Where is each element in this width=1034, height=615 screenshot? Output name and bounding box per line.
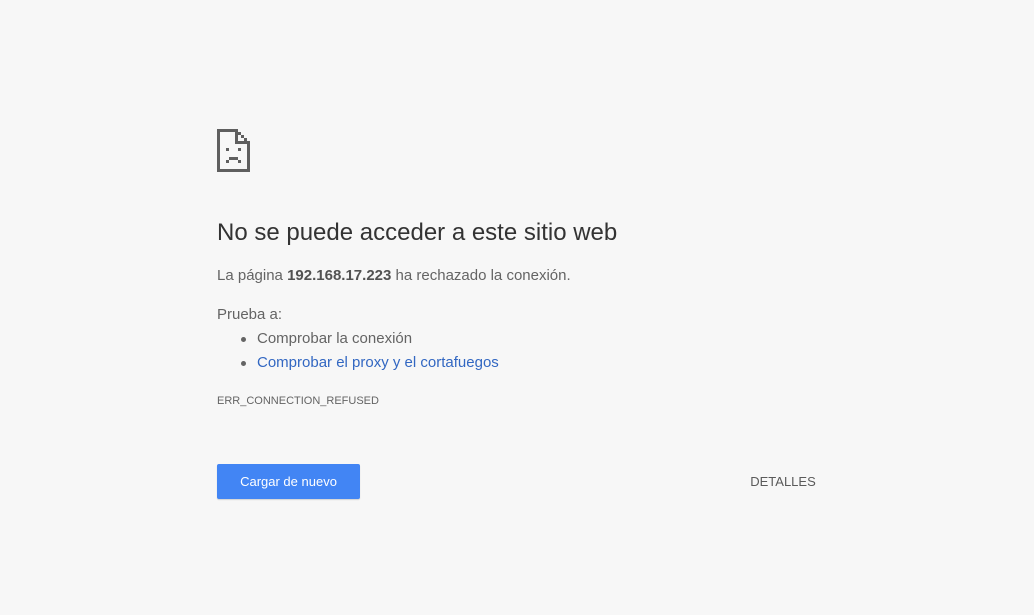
error-page: No se puede acceder a este sitio web La … bbox=[0, 0, 1034, 615]
suggestions-heading: Prueba a: bbox=[217, 306, 283, 323]
host-address: 192.168.17.223 bbox=[287, 267, 392, 284]
bullet-icon bbox=[241, 337, 246, 342]
bullet-icon bbox=[241, 361, 246, 366]
error-description: La página 192.168.17.223 ha rechazado la… bbox=[217, 267, 571, 284]
description-suffix: ha rechazado la conexión. bbox=[395, 267, 571, 284]
reload-button[interactable]: Cargar de nuevo bbox=[217, 464, 360, 499]
check-proxy-firewall-link[interactable]: Comprobar el proxy y el cortafuegos bbox=[257, 354, 499, 371]
error-code: ERR_CONNECTION_REFUSED bbox=[217, 395, 379, 407]
page-title: No se puede acceder a este sitio web bbox=[217, 219, 618, 246]
suggestion-check-connection: Comprobar la conexión bbox=[217, 330, 499, 354]
details-button[interactable]: DETALLES bbox=[735, 464, 831, 499]
suggestions-list: Comprobar la conexión Comprobar el proxy… bbox=[217, 330, 499, 378]
suggestion-check-proxy-firewall: Comprobar el proxy y el cortafuegos bbox=[217, 354, 499, 378]
suggestion-text: Comprobar la conexión bbox=[257, 330, 413, 347]
description-prefix: La página bbox=[217, 267, 283, 284]
sad-page-icon bbox=[217, 129, 250, 172]
